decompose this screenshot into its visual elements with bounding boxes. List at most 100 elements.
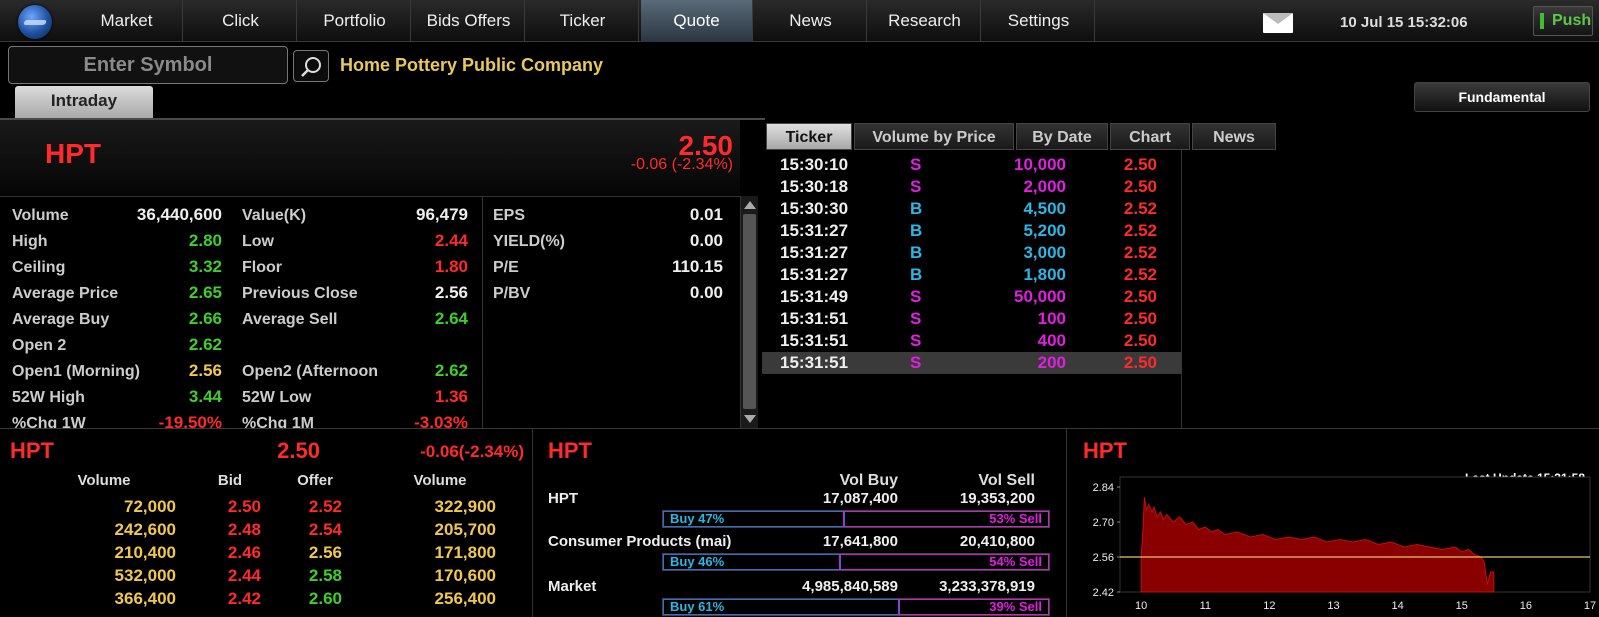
nav-tab-market[interactable]: Market: [71, 0, 183, 42]
stat-label: %Chg 1W: [12, 415, 86, 428]
ticker-row[interactable]: 15:31:27 B 3,000 2.52: [762, 242, 1182, 264]
x-tick-label: 10: [1135, 600, 1147, 612]
sell-percent: 54% Sell: [839, 554, 1049, 570]
nav-tab-quote[interactable]: Quote: [641, 0, 753, 42]
tick-price: 2.50: [1123, 177, 1157, 196]
sell-percent: 39% Sell: [898, 599, 1049, 615]
tick-price: 2.50: [1123, 287, 1157, 306]
tick-side: B: [910, 265, 923, 284]
nav-tab-portfolio[interactable]: Portfolio: [299, 0, 411, 42]
sell-percent: 53% Sell: [843, 511, 1049, 527]
stat-label: Open2 (Afternoon: [242, 363, 378, 380]
tick-volume: 100: [1037, 309, 1066, 328]
search-button[interactable]: [293, 50, 329, 82]
divider: [532, 428, 533, 617]
buy-percent: Buy 61%: [663, 599, 900, 615]
ticker-row[interactable]: 15:31:51 S 100 2.50: [762, 308, 1182, 330]
price-change: -0.06 (-2.34%): [630, 156, 733, 173]
tick-price: 2.52: [1123, 243, 1157, 262]
bidoffer-last: 2.50: [277, 438, 320, 463]
stat-value: 2.44: [434, 231, 468, 250]
tab-news[interactable]: News: [1192, 123, 1276, 150]
tab-by-date[interactable]: By Date: [1016, 123, 1108, 150]
y-tick-label: 2.56: [1093, 552, 1114, 564]
tick-time: 15:31:27: [780, 221, 849, 240]
tick-volume: 200: [1037, 353, 1066, 372]
tab-intraday[interactable]: Intraday: [15, 86, 153, 118]
vol-buy-value: 17,087,400: [822, 490, 898, 507]
stat-value: 2.56: [434, 283, 468, 302]
bid-volume: 532,000: [114, 566, 176, 585]
tick-price: 2.52: [1123, 221, 1157, 240]
tick-side: S: [910, 309, 922, 328]
ticker-row[interactable]: 15:30:18 S 2,000 2.50: [762, 176, 1182, 198]
ticker-row[interactable]: 15:30:10 S 10,000 2.50: [762, 154, 1182, 176]
nav-tab-news[interactable]: News: [755, 0, 867, 42]
tick-side: B: [910, 221, 923, 240]
vol-buy-value: 4,985,840,589: [802, 578, 898, 595]
x-tick-label: 11: [1200, 600, 1211, 612]
tick-volume: 2,000: [1023, 177, 1066, 196]
tick-time: 15:31:27: [780, 265, 849, 284]
tick-volume: 10,000: [1014, 155, 1066, 174]
ticker-row[interactable]: 15:31:51 S 400 2.50: [762, 330, 1182, 352]
bid-price: 2.42: [227, 589, 261, 608]
ticker-row[interactable]: 15:31:27 B 1,800 2.52: [762, 264, 1182, 286]
push-toggle[interactable]: Push: [1533, 6, 1593, 36]
stat-value: -19.50%: [158, 413, 222, 428]
nav-tab-research[interactable]: Research: [869, 0, 981, 42]
buy-percent: Buy 46%: [663, 554, 841, 570]
tick-time: 15:31:51: [780, 309, 849, 328]
bid-price: 2.48: [227, 520, 261, 539]
bidoffer-header: Offer: [297, 472, 333, 489]
tab-ticker[interactable]: Ticker: [766, 123, 852, 150]
ratio-value: 0.00: [689, 231, 723, 250]
tick-price: 2.50: [1123, 353, 1157, 372]
x-tick-label: 12: [1263, 600, 1275, 612]
volbs-name: Market: [548, 578, 597, 595]
nav-tab-settings[interactable]: Settings: [983, 0, 1095, 42]
scroll-thumb[interactable]: [743, 214, 756, 409]
tick-side: B: [910, 243, 923, 262]
stat-value: 2.64: [434, 309, 468, 328]
scroll-up-icon[interactable]: [744, 201, 756, 209]
tick-time: 15:30:18: [780, 177, 849, 196]
mail-icon[interactable]: [1263, 13, 1293, 33]
scroll-down-icon[interactable]: [744, 415, 756, 423]
tick-time: 15:30:30: [780, 199, 849, 218]
app-logo[interactable]: [18, 5, 52, 39]
offer-price: 2.58: [308, 566, 342, 585]
stat-value: 2.66: [188, 309, 222, 328]
stat-value: 36,440,600: [136, 205, 222, 224]
ratio-label: EPS: [493, 207, 526, 224]
bidoffer-header: Volume: [77, 472, 131, 489]
buy-sell-ratio-bar: Buy 46% 54% Sell: [662, 553, 1050, 571]
stat-value: 2.62: [188, 335, 222, 354]
stats-scrollbar[interactable]: [740, 196, 758, 428]
company-name: Home Pottery Public Company: [340, 55, 604, 75]
offer-volume: 205,700: [434, 520, 496, 539]
ticker-list: 15:30:10 S 10,000 2.50 15:30:18 S 2,000 2.50 15:…: [762, 150, 1182, 428]
ticker-row[interactable]: 15:31:49 S 50,000 2.50: [762, 286, 1182, 308]
fundamental-button[interactable]: Fundamental: [1414, 82, 1590, 112]
nav-tab-bids-offers[interactable]: Bids Offers: [413, 0, 525, 42]
symbol-input[interactable]: [8, 46, 288, 84]
ticker-row[interactable]: 15:31:51 S 200 2.50: [762, 352, 1182, 374]
tab-chart[interactable]: Chart: [1110, 123, 1190, 150]
tab-volume-by-price[interactable]: Volume by Price: [854, 123, 1014, 150]
ticker-row[interactable]: 15:31:27 B 5,200 2.52: [762, 220, 1182, 242]
nav-tab-click[interactable]: Click: [185, 0, 297, 42]
bid-volume: 72,000: [124, 497, 176, 516]
tick-time: 15:30:10: [780, 155, 849, 174]
ratios-panel: EPS 0.01 YIELD(%) 0.00 P/E 110.15 P/BV 0.00: [482, 196, 740, 428]
offer-volume: 322,900: [434, 497, 496, 516]
nav-tab-ticker[interactable]: Ticker: [527, 0, 639, 42]
ticker-row[interactable]: 15:30:30 B 4,500 2.52: [762, 198, 1182, 220]
y-tick-label: 2.42: [1093, 587, 1114, 599]
offer-price: 2.52: [308, 497, 342, 516]
bidoffer-header: Bid: [217, 472, 243, 489]
offer-volume: 170,600: [434, 566, 496, 585]
stat-value: 2.80: [188, 231, 222, 250]
y-tick-label: 2.70: [1093, 517, 1114, 529]
offer-price: 2.60: [308, 589, 342, 608]
